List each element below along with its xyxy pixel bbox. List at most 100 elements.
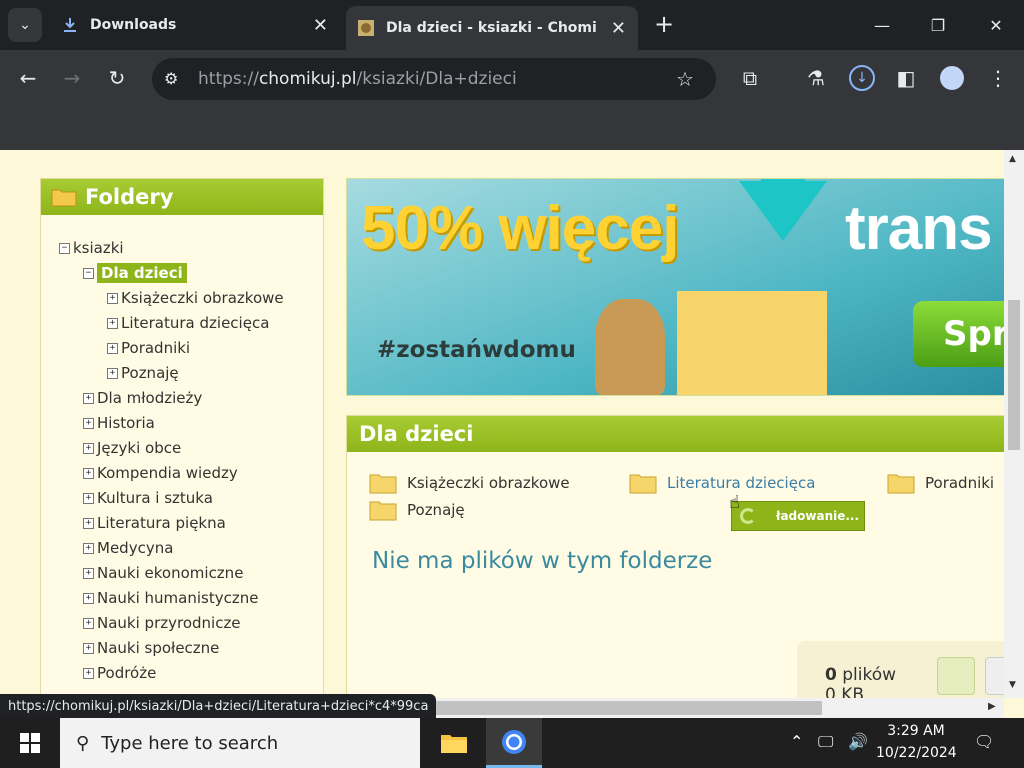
close-tab-icon[interactable]: ✕ [313, 15, 328, 36]
tree-item-ksiazki[interactable]: − ksiazki [59, 239, 124, 257]
content-title: Dla dzieci [347, 416, 1004, 452]
subfolder-poznaje[interactable]: Poznaję [369, 499, 465, 521]
tree-item-nauki-przyrodnicze[interactable]: + Nauki przyrodnicze [83, 614, 241, 632]
tree-item-label: Dla dzieci [97, 263, 187, 283]
taskbar-search-box[interactable]: ⚲ Type here to search [60, 718, 420, 768]
tree-item-literatura-piekna[interactable]: + Literatura piękna [83, 514, 226, 532]
chrome-taskbar-button[interactable] [486, 718, 542, 768]
banner-cta-button[interactable]: Spr [913, 301, 1004, 367]
hand-cursor-icon: ☝ [729, 492, 740, 513]
music-icon[interactable] [937, 657, 975, 695]
file-explorer-taskbar-button[interactable] [426, 718, 482, 768]
tree-item-jezyki-obce[interactable]: + Języki obce [83, 439, 181, 457]
tree-item-poradniki[interactable]: + Poradniki [107, 339, 190, 357]
expand-icon[interactable]: + [83, 542, 94, 554]
subfolder-literatura-dziecieca[interactable]: Literatura dziecięca [629, 472, 815, 494]
expand-icon[interactable]: + [107, 292, 118, 304]
address-bar[interactable]: ⚙ https://chomikuj.pl/ksiazki/Dla+dzieci… [152, 58, 716, 100]
site-info-icon[interactable]: ⚙ [164, 69, 178, 88]
subfolder-ksiazeczki-obrazkowe[interactable]: Książeczki obrazkowe [369, 472, 570, 494]
close-tab-icon[interactable]: ✕ [611, 18, 626, 39]
tree-item-label: Poradniki [121, 339, 191, 357]
tree-item-podroze[interactable]: + Podróże [83, 664, 156, 682]
restore-button[interactable]: ❐ [918, 10, 958, 40]
expand-icon[interactable]: + [83, 417, 94, 429]
tree-item-label: Książeczki obrazkowe [121, 289, 284, 307]
tab-search-button[interactable]: ⌄ [8, 8, 42, 42]
network-icon[interactable]: 🖵 [818, 732, 833, 752]
tree-item-literatura-dziecieca[interactable]: + Literatura dziecięca [107, 314, 269, 332]
expand-icon[interactable]: + [83, 442, 94, 454]
expand-icon[interactable]: + [83, 567, 94, 579]
tree-item-ksiazeczki-obrazkowe[interactable]: + Książeczki obrazkowe [107, 289, 284, 307]
subfolder-label: Książeczki obrazkowe [407, 474, 570, 492]
folder-content-panel: Dla dzieci Książeczki obrazkowe Literatu… [346, 415, 1004, 700]
minimize-button[interactable]: — [862, 10, 902, 40]
expand-icon[interactable]: + [83, 392, 94, 404]
expand-icon[interactable]: + [107, 342, 118, 354]
files-count-label: plików [842, 665, 897, 685]
back-button[interactable]: ← [12, 62, 44, 94]
files-count: 0 plików [825, 665, 896, 685]
expand-icon[interactable]: + [107, 317, 118, 329]
star-icon[interactable]: ☆ [676, 67, 694, 91]
expand-icon[interactable]: + [83, 492, 94, 504]
profile-button[interactable] [936, 62, 968, 94]
new-tab-button[interactable]: + [650, 10, 678, 38]
tree-item-label: Nauki przyrodnicze [97, 614, 241, 632]
kebab-menu-icon: ⋮ [988, 66, 1008, 90]
files-count-value: 0 [825, 665, 837, 685]
horizontal-scroll-thumb[interactable] [430, 701, 822, 715]
expand-icon[interactable]: + [83, 467, 94, 479]
windows-logo-icon [20, 733, 40, 753]
expand-icon[interactable]: + [83, 517, 94, 529]
close-window-button[interactable]: ✕ [976, 10, 1016, 40]
tree-item-label: ksiazki [73, 239, 124, 257]
url-text: https://chomikuj.pl/ksiazki/Dla+dzieci [198, 69, 517, 89]
promo-banner[interactable]: 50% więcej trans #zostańwdomu Spr [346, 178, 1004, 396]
tree-item-kompendia-wiedzy[interactable]: + Kompendia wiedzy [83, 464, 238, 482]
scroll-right-icon[interactable]: ▶ [988, 701, 996, 712]
tree-item-nauki-humanistyczne[interactable]: + Nauki humanistyczne [83, 589, 258, 607]
tree-item-dla-mlodziezy[interactable]: + Dla młodzieży [83, 389, 202, 407]
tree-item-label: Nauki społeczne [97, 639, 220, 657]
volume-icon[interactable]: 🔊 [848, 732, 868, 751]
search-icon: ⚲ [76, 732, 90, 754]
reload-button[interactable]: ↻ [101, 62, 133, 94]
tree-item-dla-dzieci[interactable]: − Dla dzieci [83, 263, 187, 283]
video-icon[interactable] [985, 657, 1004, 695]
restore-icon: ❐ [930, 15, 946, 35]
expand-icon[interactable]: + [83, 642, 94, 654]
collapse-icon[interactable]: − [83, 267, 94, 279]
tree-item-label: Podróże [97, 664, 157, 682]
tree-item-label: Nauki humanistyczne [97, 589, 259, 607]
menu-button[interactable]: ⋮ [982, 62, 1014, 94]
tab-downloads[interactable]: Downloads ✕ [50, 8, 340, 42]
expand-icon[interactable]: + [83, 617, 94, 629]
tab-chomikuj[interactable]: Dla dzieci - ksiazki - Chomikuj.pl ✕ [346, 6, 638, 50]
subfolder-poradniki[interactable]: Poradniki [887, 472, 994, 494]
folders-sidebar: Foldery − ksiazki − Dla dzieci + Książec… [40, 178, 324, 700]
tree-item-poznaje[interactable]: + Poznaję [107, 364, 179, 382]
expand-icon[interactable]: + [107, 367, 118, 379]
chevron-up-icon[interactable]: ⌃ [790, 732, 803, 751]
tree-item-medycyna[interactable]: + Medycyna [83, 539, 173, 557]
vertical-scroll-thumb[interactable] [1008, 300, 1020, 450]
downloads-button[interactable]: ↓ [846, 62, 878, 94]
scroll-up-icon[interactable]: ▲ [1009, 154, 1016, 164]
extensions-button[interactable]: ⧉ [734, 62, 766, 94]
collapse-icon[interactable]: − [59, 242, 70, 254]
tree-item-kultura-i-sztuka[interactable]: + Kultura i sztuka [83, 489, 213, 507]
notification-icon[interactable]: 🗨 [974, 732, 994, 751]
expand-icon[interactable]: + [83, 592, 94, 604]
tree-item-historia[interactable]: + Historia [83, 414, 155, 432]
expand-icon[interactable]: + [83, 667, 94, 679]
labs-button[interactable]: ⚗ [800, 62, 832, 94]
forward-button[interactable]: → [56, 62, 88, 94]
side-panel-button[interactable]: ◧ [890, 62, 922, 94]
start-button[interactable] [0, 718, 60, 768]
tree-item-nauki-ekonomiczne[interactable]: + Nauki ekonomiczne [83, 564, 243, 582]
scroll-down-icon[interactable]: ▼ [1009, 680, 1016, 690]
tree-item-nauki-spoleczne[interactable]: + Nauki społeczne [83, 639, 219, 657]
taskbar-clock[interactable]: 3:29 AM 10/22/2024 [876, 720, 957, 766]
